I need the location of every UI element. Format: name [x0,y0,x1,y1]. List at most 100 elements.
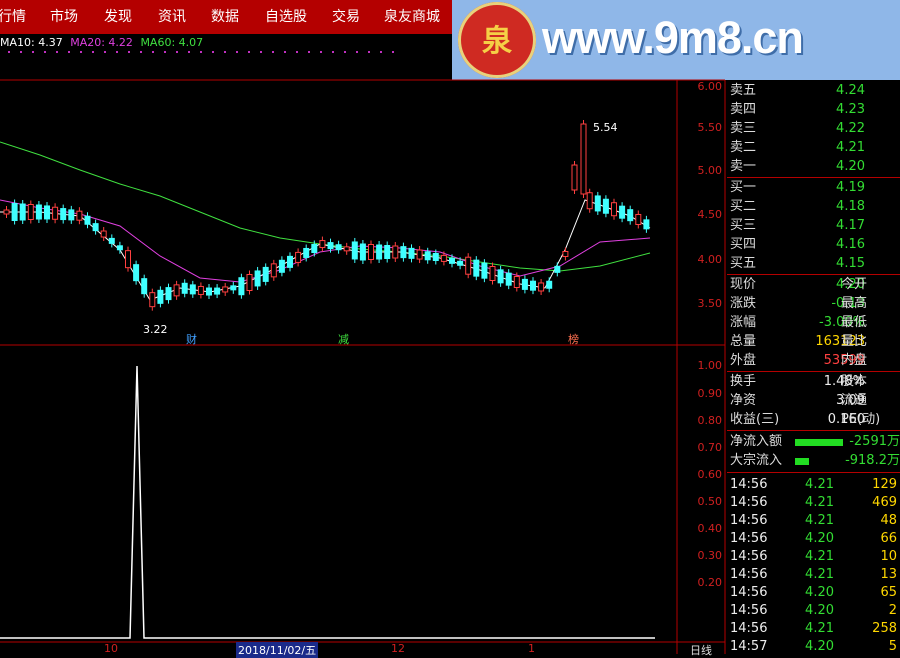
block-flow-bar [795,458,809,465]
indicator-line [0,365,655,639]
trade-time: 14:56 [730,567,768,582]
candle [619,205,626,219]
candle [68,209,75,221]
signal-dot [284,51,286,53]
candle [530,280,536,291]
candle [11,203,18,221]
signal-dot [236,51,238,53]
candle [489,266,496,281]
trade-time: 14:57 [730,639,768,654]
candle [521,278,528,290]
divider [727,371,900,372]
trade-time: 14:56 [730,621,768,636]
price-tick: 5.50 [697,121,723,134]
trade-time: 14:56 [730,513,768,528]
period-label[interactable]: 日线 [690,642,712,658]
signal-dot [128,51,130,53]
event-jian[interactable]: 减 [338,331,349,347]
candle [173,284,180,297]
date-tick: 1 [528,642,535,655]
indicator-tick: 0.90 [697,387,723,400]
candle [481,262,488,279]
signal-dot [32,51,34,53]
candle [189,284,196,295]
trade-volume: 65 [880,585,897,600]
signal-dot [200,51,202,53]
candle [546,280,553,289]
trade-price: 4.21 [805,549,834,564]
candle [376,244,383,260]
candle [643,219,650,230]
candle [254,270,261,287]
candle [27,204,34,220]
candle [262,266,269,282]
candle [611,202,617,217]
net-flow-bar [795,439,843,446]
signal-dot [104,51,106,53]
candle [214,287,221,295]
candle [457,260,464,266]
candle [133,264,140,282]
candle [3,209,10,215]
candle [100,230,107,238]
price-tick: 5.00 [697,164,723,177]
candle [287,255,293,268]
event-cai[interactable]: 财 [186,331,197,347]
price-tick: 4.50 [697,208,723,221]
signal-dot [212,51,214,53]
trade-time: 14:56 [730,495,768,510]
trade-volume: 2 [888,603,897,618]
candle [60,208,67,221]
signal-dot [320,51,322,53]
signal-dot [68,51,70,53]
signal-dot [392,51,394,53]
candle [562,250,569,257]
candle [432,252,439,261]
price-tick: 3.50 [697,297,723,310]
trade-price: 4.21 [805,567,834,582]
candle [343,246,350,252]
candle [627,209,634,222]
candle [635,213,642,225]
signal-dot [176,51,178,53]
ma10-line [0,199,651,301]
candle [157,289,164,304]
candle [359,243,366,261]
signal-dot [92,51,94,53]
candle [35,204,42,220]
candle [513,276,520,289]
indicator-tick: 0.20 [697,576,723,589]
trade-volume: 469 [872,495,897,510]
signal-dot [44,51,46,53]
divider [727,177,900,178]
signal-dot [296,51,298,53]
candle [368,244,374,260]
cursor-date: 2018/11/02/五 [236,642,319,658]
indicator-tick: 0.60 [697,468,723,481]
signal-dot [140,51,142,53]
trade-volume: 10 [880,549,897,564]
candle [92,223,99,232]
candle [84,215,91,225]
signal-dot [116,51,118,53]
signal-dot [188,51,190,53]
candle [278,259,285,273]
indicator-tick: 1.00 [697,359,723,372]
candle [116,245,123,251]
signal-dot [272,51,274,53]
signal-dot [332,51,334,53]
candle [580,123,587,195]
candle [270,263,277,278]
candle [392,245,399,259]
candle [602,198,609,214]
candle [384,245,391,259]
candle [230,285,237,291]
candle [149,292,156,308]
divider [727,274,900,275]
trade-price: 4.20 [805,531,834,546]
divider [727,472,900,473]
candle [319,240,326,249]
trade-time: 14:56 [730,549,768,564]
event-bang[interactable]: 榜 [568,331,579,347]
candle [181,282,188,294]
